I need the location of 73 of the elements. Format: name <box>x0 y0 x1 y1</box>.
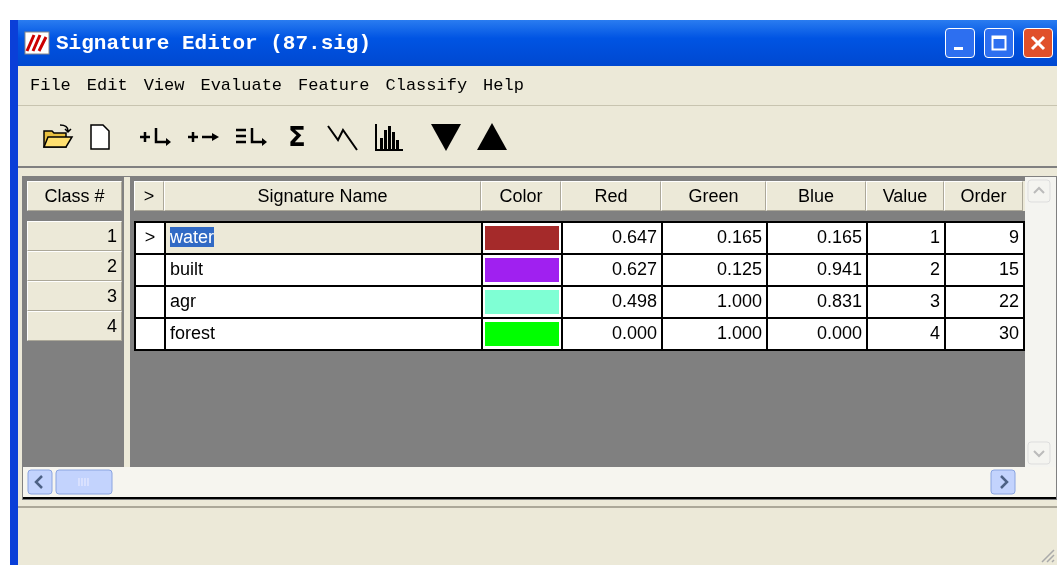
table-cell: 0.000 <box>563 319 663 351</box>
table-cell: 0.125 <box>663 255 768 287</box>
table-cell: 0.165 <box>663 223 768 255</box>
up-triangle-icon[interactable] <box>475 122 508 152</box>
table-cell[interactable]: forest <box>166 319 483 351</box>
table-cell[interactable]: water <box>166 223 483 255</box>
table-cell: 0.165 <box>768 223 868 255</box>
color-swatch[interactable] <box>485 226 559 250</box>
table-cell: 3 <box>868 287 946 319</box>
column-header[interactable]: Value <box>866 181 944 211</box>
table-cell: 1 <box>868 223 946 255</box>
scroll-left-icon[interactable] <box>27 469 53 495</box>
sum-button[interactable]: Σ <box>282 122 312 152</box>
color-swatch[interactable] <box>485 258 559 282</box>
table-cell: 0.000 <box>768 319 868 351</box>
window-title: Signature Editor (87.sig) <box>56 31 372 55</box>
color-swatch[interactable] <box>485 322 559 346</box>
menu-item[interactable]: File <box>22 72 79 99</box>
table-cell: 30 <box>946 319 1025 351</box>
close-button[interactable] <box>1023 28 1053 58</box>
column-header[interactable]: Signature Name <box>164 181 481 211</box>
table-cell: 0.831 <box>768 287 868 319</box>
scroll-thumb[interactable] <box>55 469 113 495</box>
minimize-icon <box>953 46 963 50</box>
row-header[interactable]: 3 <box>27 281 122 311</box>
lines-arrow-icon[interactable] <box>234 125 268 149</box>
horizontal-scrollbar[interactable] <box>23 467 1056 499</box>
plus-arrow-icon[interactable] <box>138 125 172 149</box>
menu-item[interactable]: Classify <box>377 72 476 99</box>
column-header[interactable]: Color <box>481 181 561 211</box>
scroll-right-icon[interactable] <box>990 469 1016 495</box>
new-page-icon[interactable] <box>88 123 112 151</box>
close-icon <box>1030 35 1046 51</box>
menu-item[interactable]: Help <box>475 72 532 99</box>
table-cell: 4 <box>868 319 946 351</box>
app-icon <box>24 31 50 55</box>
menu-item[interactable]: Feature <box>290 72 378 99</box>
table-cell: 9 <box>946 223 1025 255</box>
table-cell: 0.941 <box>768 255 868 287</box>
table-cell: 15 <box>946 255 1025 287</box>
resize-grip-icon[interactable] <box>1039 547 1055 563</box>
table-cell[interactable]: built <box>166 255 483 287</box>
column-header[interactable]: Red <box>561 181 661 211</box>
table-cell: 2 <box>868 255 946 287</box>
down-triangle-icon[interactable] <box>429 122 462 152</box>
table-cell[interactable]: agr <box>166 287 483 319</box>
table-cell: 22 <box>946 287 1025 319</box>
histogram-icon[interactable] <box>373 122 404 152</box>
color-swatch[interactable] <box>485 290 559 314</box>
menu-item[interactable]: Edit <box>78 72 136 99</box>
row-pointer-cell[interactable] <box>136 255 166 287</box>
row-header[interactable]: 1 <box>27 221 122 251</box>
column-header[interactable]: > <box>134 181 164 211</box>
table-cell: 0.647 <box>563 223 663 255</box>
table-cell: 0.498 <box>563 287 663 319</box>
maximize-icon <box>991 35 1007 51</box>
minimize-button[interactable] <box>945 28 975 58</box>
row-pointer-cell[interactable] <box>136 287 166 319</box>
column-header[interactable]: Class # <box>27 181 122 211</box>
row-pointer-cell[interactable] <box>136 319 166 351</box>
menu-item[interactable]: Evaluate <box>192 72 291 99</box>
open-folder-icon[interactable] <box>42 123 74 151</box>
table-cell: 1.000 <box>663 319 768 351</box>
row-pointer-cell[interactable]: > <box>136 223 166 255</box>
table-cell: 0.627 <box>563 255 663 287</box>
table-cell: 1.000 <box>663 287 768 319</box>
column-header[interactable]: Order <box>944 181 1023 211</box>
row-header[interactable]: 2 <box>27 251 122 281</box>
maximize-button[interactable] <box>984 28 1014 58</box>
row-header[interactable]: 4 <box>27 311 122 341</box>
column-header[interactable]: Green <box>661 181 766 211</box>
column-header[interactable]: Blue <box>766 181 866 211</box>
menu-item[interactable]: View <box>135 72 193 99</box>
